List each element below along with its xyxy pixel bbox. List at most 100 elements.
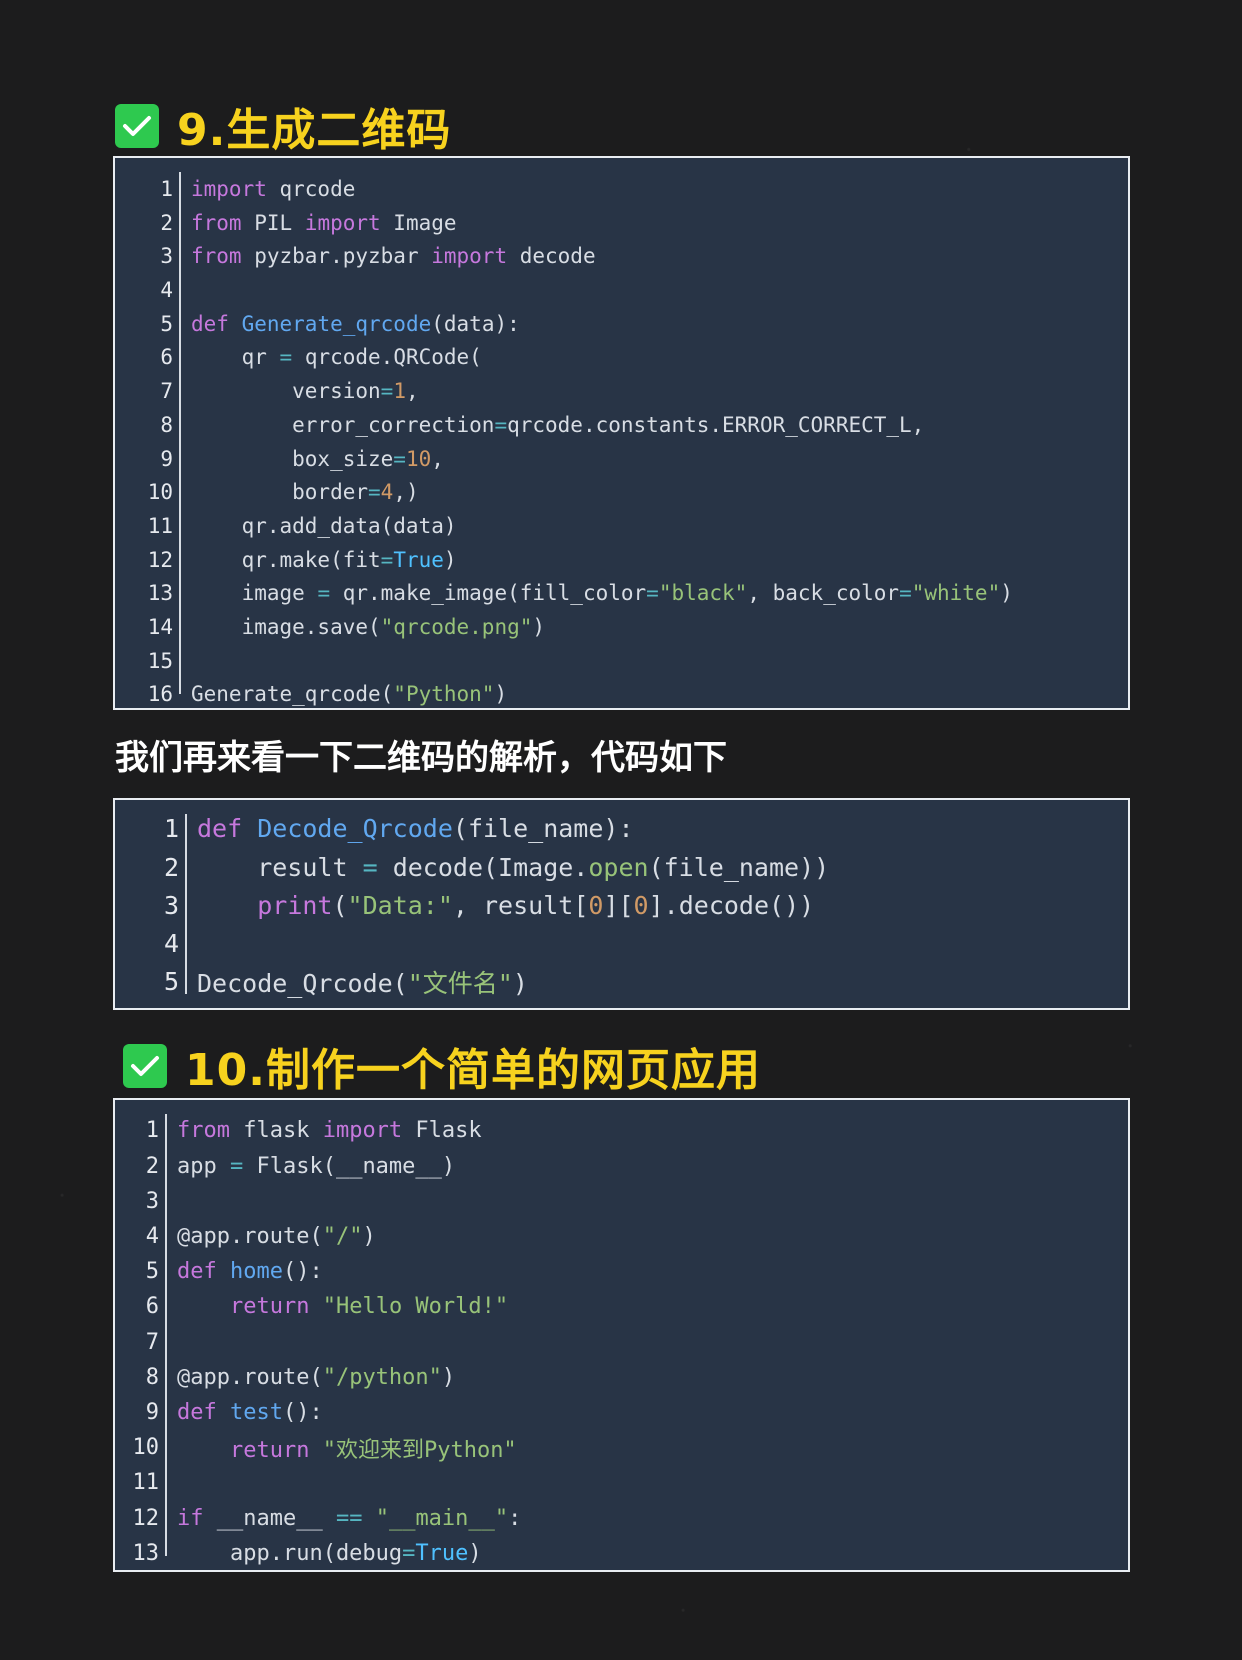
line-number: 7 <box>145 1329 159 1355</box>
code-token-text: ) <box>362 1224 376 1250</box>
code-token-operator: = <box>646 581 659 606</box>
code-token-text: error_correction <box>191 412 495 437</box>
code-token-keyword: from <box>191 244 242 269</box>
code-token-string: "文件名" <box>407 968 513 998</box>
line-number: 16 <box>147 682 173 707</box>
line-number: 6 <box>145 1294 159 1320</box>
code-token-keyword: def <box>197 814 243 844</box>
section-10-title: 10.制作一个简单的网页应用 <box>185 1045 761 1096</box>
code-token-string: "Hello World!" <box>322 1294 509 1320</box>
code-token-builtin: True <box>393 547 444 572</box>
code-token-operator: = <box>393 446 406 471</box>
code-token-text: qrcode.QRCode( <box>292 345 482 370</box>
code-token-text: ].decode()) <box>648 890 815 920</box>
line-number: 10 <box>147 480 173 505</box>
code-line: 12 qr.make(fit=True) <box>115 543 1128 577</box>
code-token-number: 10 <box>405 446 432 471</box>
code-token-keyword: import <box>304 210 381 235</box>
code-line: 4 <box>115 273 1128 307</box>
code-line: 6 return "Hello World!" <box>115 1289 1128 1324</box>
code-token-text: qrcode.constants.ERROR_CORRECT_L, <box>507 412 925 437</box>
code-token-string: "Data:" <box>347 890 453 920</box>
code-text: image.save("qrcode.png") <box>191 615 545 639</box>
code-token-string: "欢迎来到Python" <box>322 1437 517 1463</box>
code-line: 15 <box>115 644 1128 678</box>
code-token-text: ) <box>494 682 508 707</box>
section-9-heading: 9.生成二维码 <box>115 94 451 158</box>
line-number: 5 <box>160 311 173 336</box>
code-text: border=4,) <box>191 480 418 505</box>
line-number: 4 <box>145 1224 159 1250</box>
code-token-number: 4 <box>380 480 394 505</box>
line-number: 7 <box>160 379 173 404</box>
code-text: qr.make(fit=True) <box>191 548 457 572</box>
code-token-string: "white" <box>911 581 1001 606</box>
code-text: Generate_qrcode("Python") <box>191 682 507 706</box>
section-9-title: 9.生成二维码 <box>177 105 452 156</box>
code-token-keyword: print <box>257 890 333 920</box>
code-token-text: ( <box>332 890 348 920</box>
code-token-number: 0 <box>633 890 649 920</box>
code-text: @app.route("/") <box>177 1224 376 1249</box>
code-text: result = decode(Image.open(file_name)) <box>197 853 829 882</box>
code-token-keyword: return <box>229 1294 310 1320</box>
code-token-text: box_size <box>191 446 394 471</box>
subtitle-decode-intro: 我们再来看一下二维码的解析，代码如下 <box>115 738 727 778</box>
code-text: error_correction=qrcode.constants.ERROR_… <box>191 413 924 437</box>
code-text: box_size=10, <box>191 447 444 471</box>
code-token-text: (data): <box>431 311 520 336</box>
code-token-text: Generate_qrcode( <box>191 682 394 707</box>
code-line: 11 <box>115 1465 1128 1500</box>
code-line: 1 from flask import Flask <box>115 1113 1128 1148</box>
code-line: 1 import qrcode <box>115 172 1128 206</box>
line-number: 2 <box>145 1153 159 1179</box>
line-number: 13 <box>132 1540 160 1566</box>
code-token-text: qr.make_image(fill_color <box>330 581 647 606</box>
code-token-text: (file_name): <box>452 814 634 844</box>
code-token-text: , back_color <box>747 581 900 606</box>
code-token-keyword: def <box>177 1259 217 1285</box>
code-token-text: app <box>177 1153 230 1179</box>
code-token-text: ) <box>441 1364 456 1390</box>
code-token-text: @app.route( <box>177 1364 323 1390</box>
line-number: 1 <box>145 1118 159 1144</box>
code-token-string: "/" <box>322 1224 363 1250</box>
code-line: 13 app.run(debug=True) <box>115 1536 1128 1570</box>
code-token-text: Flask(__name__) <box>243 1153 456 1179</box>
code-token-operator: = <box>380 547 394 572</box>
code-token-keyword: import <box>431 244 508 269</box>
code-token-text: ) <box>512 968 528 998</box>
code-token-number: 0 <box>588 890 604 920</box>
code-text: if __name__ == "__main__": <box>177 1506 521 1531</box>
code-line: 4 <box>115 925 1128 963</box>
code-line: 11 qr.add_data(data) <box>115 509 1128 543</box>
code-line: 14 image.save("qrcode.png") <box>115 610 1128 644</box>
code-token-text: (): <box>282 1400 323 1426</box>
code-token-operator: == <box>335 1505 363 1531</box>
code-text: return "欢迎来到Python" <box>177 1432 517 1464</box>
code-line: 13 image = qr.make_image(fill_color="bla… <box>115 577 1128 611</box>
code-line: 12 if __name__ == "__main__": <box>115 1501 1128 1536</box>
code-token-text: : <box>508 1505 522 1531</box>
check-icon <box>115 104 159 148</box>
code-token-string: open <box>588 852 649 882</box>
code-token-operator: = <box>494 412 508 437</box>
code-line: 10 border=4,) <box>115 475 1128 509</box>
code-token-number: 1 <box>393 379 406 404</box>
code-token-operator: = <box>317 581 331 606</box>
line-number: 1 <box>163 814 179 844</box>
code-token-keyword: import <box>322 1118 403 1144</box>
code-token-text: __name__ <box>203 1505 336 1531</box>
code-text: import qrcode <box>191 177 355 201</box>
code-line: 6 qr = qrcode.QRCode( <box>115 341 1128 375</box>
line-number: 3 <box>160 244 173 269</box>
code-line: 3 print("Data:", result[0][0].decode()) <box>115 886 1128 924</box>
line-number: 15 <box>147 648 173 673</box>
line-number: 12 <box>147 547 173 572</box>
